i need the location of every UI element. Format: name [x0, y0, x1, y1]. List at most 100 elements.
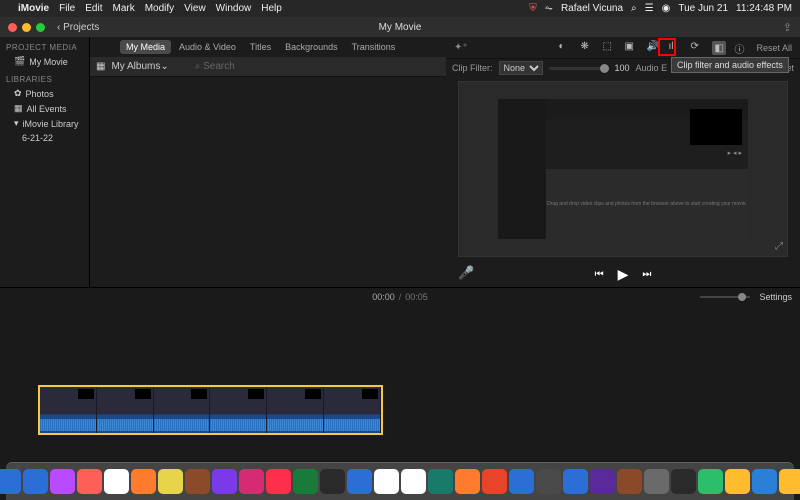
fullscreen-window-button[interactable]	[36, 23, 45, 32]
dock-app-icon[interactable]	[293, 469, 318, 494]
color-balance-icon[interactable]: ◐	[558, 41, 572, 55]
menu-file[interactable]: File	[59, 3, 75, 14]
grid-icon[interactable]: ▦	[96, 61, 105, 72]
noise-reduction-icon[interactable]: ılı	[668, 41, 682, 55]
dock-app-icon[interactable]	[158, 469, 183, 494]
play-button[interactable]: ▶	[618, 266, 629, 283]
dock-app-icon[interactable]	[266, 469, 291, 494]
user-name[interactable]: Rafael Vicuna	[561, 3, 623, 14]
app-menu[interactable]: iMovie	[18, 3, 49, 14]
clip-segment[interactable]	[40, 387, 97, 433]
color-correction-icon[interactable]: ❋	[580, 41, 594, 55]
menu-edit[interactable]: Edit	[85, 3, 102, 14]
sidebar-item-imovie-library[interactable]: ▾iMovie Library	[0, 116, 89, 131]
dock-app-icon[interactable]	[347, 469, 372, 494]
menu-view[interactable]: View	[184, 3, 206, 14]
clip-segment[interactable]	[210, 387, 267, 433]
menubar-date[interactable]: Tue Jun 21	[678, 3, 728, 14]
dock-app-icon[interactable]	[374, 469, 399, 494]
control-center-icon[interactable]: ☰	[645, 3, 654, 14]
clip-segment[interactable]	[97, 387, 154, 433]
dock-app-icon[interactable]	[752, 469, 777, 494]
albums-dropdown[interactable]: My Albums ⌄	[111, 61, 168, 72]
dock-app-icon[interactable]	[644, 469, 669, 494]
microphone-icon[interactable]: 🎤	[458, 265, 474, 281]
browser-search-input[interactable]: ⌕ Search	[195, 61, 440, 72]
info-icon[interactable]: ⓘ	[734, 41, 748, 55]
siri-icon[interactable]: ◉	[662, 3, 671, 14]
sidebar-item-my-movie[interactable]: 🎬My Movie	[0, 54, 89, 69]
tab-audio-video[interactable]: Audio & Video	[173, 40, 242, 54]
dock-app-icon[interactable]	[104, 469, 129, 494]
dock-app-icon[interactable]	[212, 469, 237, 494]
dock-app-icon[interactable]	[320, 469, 345, 494]
menu-mark[interactable]: Mark	[112, 3, 134, 14]
shield-icon[interactable]: ⛨	[529, 3, 537, 14]
dock-app-icon[interactable]	[725, 469, 750, 494]
clip-filter-audio-effects-icon[interactable]: ◧	[712, 41, 726, 55]
dock-app-icon[interactable]	[239, 469, 264, 494]
tab-backgrounds[interactable]: Backgrounds	[279, 40, 344, 54]
library-sidebar: PROJECT MEDIA 🎬My Movie LIBRARIES ✿Photo…	[0, 37, 90, 287]
speed-icon[interactable]: ⟳	[690, 41, 704, 55]
filter-amount-slider[interactable]	[549, 67, 609, 70]
clip-segment[interactable]	[267, 387, 324, 433]
dock-app-icon[interactable]	[671, 469, 696, 494]
dock-app-icon[interactable]	[482, 469, 507, 494]
tab-titles[interactable]: Titles	[244, 40, 277, 54]
dock-app-icon[interactable]	[536, 469, 561, 494]
clip-segment[interactable]	[154, 387, 211, 433]
dock-app-icon[interactable]	[563, 469, 588, 494]
timecode-bar: 00:00 / 00:05 Settings	[0, 287, 800, 305]
fullscreen-preview-icon[interactable]: ⤢	[775, 241, 783, 252]
dock-app-icon[interactable]	[509, 469, 534, 494]
dock-app-icon[interactable]	[185, 469, 210, 494]
traffic-lights	[8, 23, 45, 32]
dock-app-icon[interactable]	[428, 469, 453, 494]
window-titlebar: ‹ Projects My Movie ⇪	[0, 17, 800, 37]
dock-app-icon[interactable]	[401, 469, 426, 494]
menu-window[interactable]: Window	[216, 3, 252, 14]
dock-app-icon[interactable]	[779, 469, 800, 494]
selected-clip[interactable]	[38, 385, 383, 435]
tab-transitions[interactable]: Transitions	[346, 40, 402, 54]
dock-app-icon[interactable]	[698, 469, 723, 494]
projects-back-button[interactable]: ‹ Projects	[57, 22, 99, 33]
minimize-window-button[interactable]	[22, 23, 31, 32]
menu-help[interactable]: Help	[261, 3, 282, 14]
search-icon[interactable]: ⌕	[631, 3, 637, 14]
media-browser: My Media Audio & Video Titles Background…	[90, 37, 446, 287]
clip-segment[interactable]	[324, 387, 381, 433]
dock-app-icon[interactable]	[77, 469, 102, 494]
dock-app-icon[interactable]	[617, 469, 642, 494]
menu-modify[interactable]: Modify	[145, 3, 174, 14]
dock-app-icon[interactable]	[23, 469, 48, 494]
volume-icon[interactable]: 🔊	[646, 41, 660, 55]
browser-content-empty	[90, 77, 446, 287]
timeline[interactable]: ♫	[0, 305, 800, 482]
magic-wand-icon[interactable]: ✦⁺	[454, 42, 468, 53]
dock-app-icon[interactable]	[455, 469, 480, 494]
reset-all-button[interactable]: Reset All	[756, 43, 792, 53]
tab-my-media[interactable]: My Media	[120, 40, 171, 54]
crop-icon[interactable]: ⬚	[602, 41, 616, 55]
next-button[interactable]: ⏭	[642, 269, 651, 280]
dock-app-icon[interactable]	[590, 469, 615, 494]
dock-app-icon[interactable]	[50, 469, 75, 494]
timeline-settings-button[interactable]: Settings	[759, 292, 792, 302]
filter-amount-value: 100	[615, 63, 630, 73]
menubar-time[interactable]: 11:24:48 PM	[736, 3, 792, 14]
sidebar-item-all-events[interactable]: ▦All Events	[0, 101, 89, 116]
prev-button[interactable]: ⏮	[595, 269, 604, 280]
sidebar-item-photos[interactable]: ✿Photos	[0, 86, 89, 101]
wifi-icon[interactable]: ⏦	[545, 3, 553, 14]
clip-filter-select[interactable]: None	[499, 61, 543, 75]
dock-app-icon[interactable]	[131, 469, 156, 494]
share-icon[interactable]: ⇪	[783, 21, 792, 34]
video-preview[interactable]: ▸ ◂ ▸ Drag and drop video clips and phot…	[458, 81, 788, 257]
close-window-button[interactable]	[8, 23, 17, 32]
sidebar-item-event-date[interactable]: 6-21-22	[0, 131, 89, 145]
zoom-slider[interactable]	[700, 296, 750, 298]
stabilization-icon[interactable]: ▣	[624, 41, 638, 55]
dock-app-icon[interactable]	[0, 469, 21, 494]
